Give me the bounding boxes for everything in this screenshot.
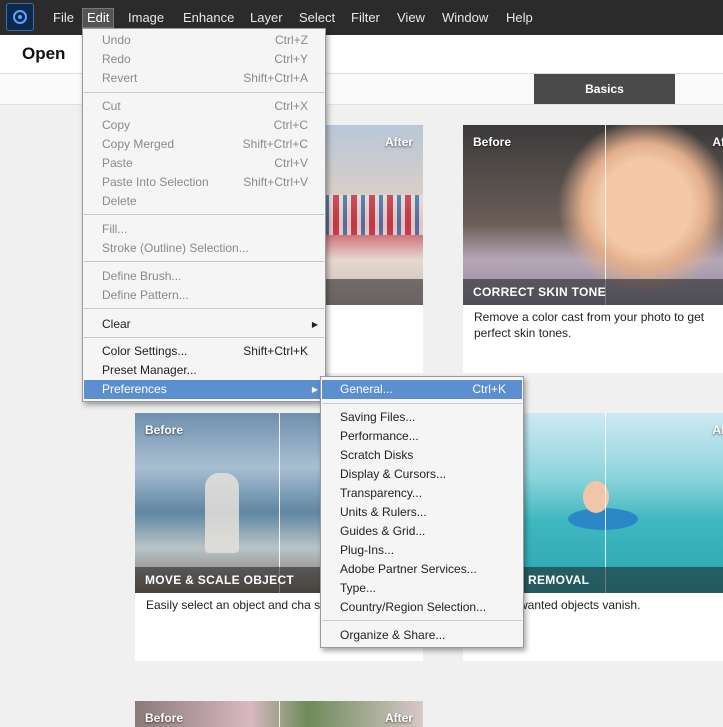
edit-menu: Undo Ctrl+Z Redo Ctrl+Y Revert Shift+Ctrl+A… <box>82 28 326 402</box>
menu-item-adobe-partner-services[interactable]: Adobe Partner Services... <box>322 560 522 579</box>
menu-item-organize-share[interactable]: Organize & Share... <box>322 626 522 645</box>
menu-item-plug-ins[interactable]: Plug-Ins... <box>322 541 522 560</box>
guided-edit-card[interactable]: Before Af CORRECT SKIN TONE Remove a col… <box>463 125 723 373</box>
card-image: Before After <box>135 701 423 727</box>
menu-item-preset-manager[interactable]: Preset Manager... <box>84 361 324 380</box>
menu-item-define-brush[interactable]: Define Brush... <box>84 267 324 286</box>
menu-filter[interactable]: Filter <box>347 9 384 27</box>
menu-separator <box>84 214 324 215</box>
submenu-arrow-icon: ▶ <box>311 385 318 394</box>
after-label: Af <box>712 135 723 149</box>
menu-item-undo[interactable]: Undo Ctrl+Z <box>84 31 324 50</box>
menu-item-paste[interactable]: Paste Ctrl+V <box>84 154 324 173</box>
menu-item-transparency[interactable]: Transparency... <box>322 484 522 503</box>
menu-item-copy[interactable]: Copy Ctrl+C <box>84 116 324 135</box>
card-description: Remove a color cast from your photo to g… <box>474 310 705 340</box>
menu-item-copy-merged[interactable]: Copy Merged Shift+Ctrl+C <box>84 135 324 154</box>
before-label: Before <box>145 711 184 725</box>
menu-separator <box>322 403 522 404</box>
submenu-arrow-icon: ▶ <box>311 320 318 329</box>
menu-item-delete[interactable]: Delete <box>84 192 324 211</box>
menu-item-define-pattern[interactable]: Define Pattern... <box>84 286 324 305</box>
before-after-divider <box>279 413 280 593</box>
menu-item-display-cursors[interactable]: Display & Cursors... <box>322 465 522 484</box>
menu-item-country-region[interactable]: Country/Region Selection... <box>322 598 522 617</box>
menu-item-cut[interactable]: Cut Ctrl+X <box>84 97 324 116</box>
menu-item-stroke-selection[interactable]: Stroke (Outline) Selection... <box>84 239 324 258</box>
menu-separator <box>84 337 324 338</box>
app-logo-icon[interactable] <box>6 3 34 31</box>
menu-item-redo[interactable]: Redo Ctrl+Y <box>84 50 324 69</box>
menu-item-revert[interactable]: Revert Shift+Ctrl+A <box>84 69 324 88</box>
before-after-divider <box>605 413 606 593</box>
menu-item-general[interactable]: General... Ctrl+K <box>322 380 522 399</box>
menu-layer[interactable]: Layer <box>246 9 287 27</box>
open-button[interactable]: Open <box>22 44 65 64</box>
tab-basics[interactable]: Basics <box>534 74 675 104</box>
menu-select[interactable]: Select <box>295 9 339 27</box>
card-image: Before Af <box>463 125 723 305</box>
menu-separator <box>84 92 324 93</box>
menu-edit[interactable]: Edit <box>82 8 115 28</box>
menu-item-paste-into-selection[interactable]: Paste Into Selection Shift+Ctrl+V <box>84 173 324 192</box>
menu-help[interactable]: Help <box>502 9 537 27</box>
menu-enhance[interactable]: Enhance <box>179 9 238 27</box>
menu-item-preferences[interactable]: Preferences ▶ <box>84 380 324 399</box>
after-label: After <box>384 135 413 149</box>
menu-item-saving-files[interactable]: Saving Files... <box>322 408 522 427</box>
card-description: wanted objects vanish. <box>519 598 641 612</box>
menu-window[interactable]: Window <box>438 9 492 27</box>
menu-item-performance[interactable]: Performance... <box>322 427 522 446</box>
before-after-divider <box>605 125 606 305</box>
menu-separator <box>84 308 324 309</box>
card-title: CORRECT SKIN TONE <box>463 279 723 305</box>
menu-separator <box>84 261 324 262</box>
guided-edit-card[interactable]: Before After <box>135 701 423 727</box>
menu-item-guides-grid[interactable]: Guides & Grid... <box>322 522 522 541</box>
before-label: Before <box>473 135 512 149</box>
menu-view[interactable]: View <box>393 9 429 27</box>
menu-image[interactable]: Image <box>124 9 168 27</box>
after-label: After <box>384 711 413 725</box>
menu-item-color-settings[interactable]: Color Settings... Shift+Ctrl+K <box>84 342 324 361</box>
menu-item-type[interactable]: Type... <box>322 579 522 598</box>
after-label: Af <box>712 423 723 437</box>
menu-item-scratch-disks[interactable]: Scratch Disks <box>322 446 522 465</box>
before-label: Before <box>145 423 184 437</box>
before-after-divider <box>279 701 280 727</box>
menu-item-units-rulers[interactable]: Units & Rulers... <box>322 503 522 522</box>
menu-item-clear[interactable]: Clear ▶ <box>84 315 324 334</box>
menu-file[interactable]: File <box>49 9 78 27</box>
preferences-submenu: General... Ctrl+K Saving Files... Perform… <box>320 376 524 648</box>
menu-separator <box>322 620 522 621</box>
menu-item-fill[interactable]: Fill... <box>84 220 324 239</box>
